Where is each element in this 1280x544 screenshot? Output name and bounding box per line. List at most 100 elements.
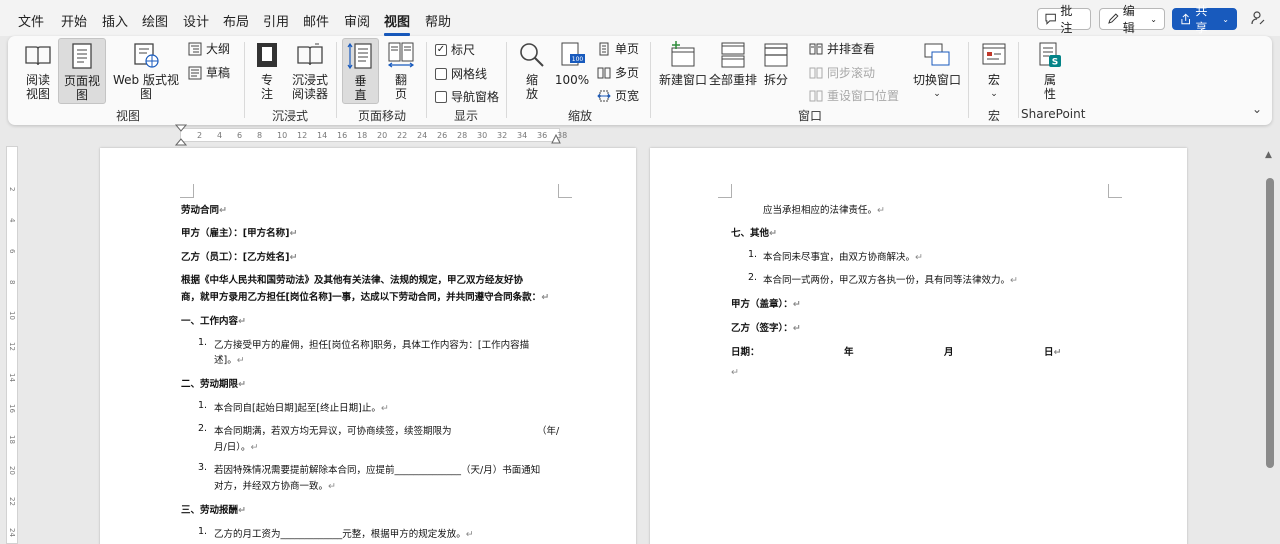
- share-label: 共享: [1195, 4, 1208, 35]
- right-indent-marker-icon[interactable]: [551, 134, 561, 144]
- nav-pane-checkbox[interactable]: 导航窗格: [435, 88, 499, 105]
- ruler-tick-label: 4: [8, 218, 16, 223]
- ruler-tick-label: 22: [397, 131, 408, 140]
- chevron-down-icon: ⌄: [990, 89, 998, 99]
- section-1-item-1-cont: 述]。↵: [214, 355, 245, 366]
- chevron-down-icon: ⌄: [933, 89, 941, 99]
- section-7-item-2: 本合同一式两份，甲乙双方各执一份，具有同等法律效力。↵: [763, 275, 1018, 286]
- section-1-heading: 一、工作内容↵: [181, 316, 246, 327]
- gridlines-checkbox[interactable]: 网格线: [435, 65, 487, 82]
- menu-view[interactable]: 视图: [384, 11, 411, 36]
- vertical-scrollbar[interactable]: ▲: [1262, 146, 1278, 544]
- vertical-ruler[interactable]: 2 4 6 8 10 12 14 16 18 20 22 24: [6, 146, 18, 544]
- multiple-pages-button[interactable]: 多页: [597, 64, 639, 81]
- multiple-pages-label: 多页: [615, 66, 640, 80]
- macros-button[interactable]: 宏 ⌄: [976, 40, 1012, 102]
- indent-marker-icon[interactable]: [175, 124, 187, 146]
- ruler-tick-label: 28: [457, 131, 468, 140]
- copilot-icon[interactable]: [1250, 10, 1266, 26]
- ruler-tick-label: 6: [8, 249, 16, 254]
- switch-windows-button[interactable]: 切换窗口 ⌄: [911, 40, 963, 102]
- zoom-100-button[interactable]: 100 100%: [554, 40, 590, 102]
- ruler-tick-label: 16: [8, 404, 16, 413]
- multiple-pages-icon: [597, 67, 611, 78]
- read-mode-button[interactable]: 阅读 视图: [16, 40, 60, 102]
- collapse-ribbon-icon[interactable]: ⌄: [1252, 102, 1262, 116]
- side-by-side-button[interactable]: 并排查看: [809, 40, 875, 57]
- menu-mailings[interactable]: 邮件: [303, 11, 329, 30]
- arrange-all-icon: [721, 42, 745, 68]
- menu-references[interactable]: 引用: [263, 11, 289, 30]
- sync-scroll-label: 同步滚动: [827, 66, 876, 80]
- separator: [336, 42, 337, 118]
- document-page-1[interactable]: 劳动合同↵ 甲方（雇主）：[甲方名称]↵ 乙方（员工）：[乙方姓名]↵ 根据《中…: [100, 148, 636, 544]
- crop-mark: [558, 184, 572, 198]
- date-day: 日↵: [1044, 347, 1062, 358]
- comments-label: 批注: [1060, 4, 1073, 35]
- draft-button[interactable]: 草稿: [188, 64, 230, 81]
- editing-button[interactable]: 编辑 ⌄: [1099, 4, 1165, 35]
- focus-icon: [257, 43, 277, 67]
- one-page-label: 单页: [615, 42, 640, 56]
- macros-group-label: 宏: [988, 109, 1001, 123]
- ruler-tick-label: 14: [8, 373, 16, 382]
- svg-text:S: S: [1052, 58, 1058, 68]
- ruler-tick-label: 12: [297, 131, 308, 140]
- separator: [506, 42, 507, 118]
- scroll-up-icon[interactable]: ▲: [1265, 150, 1272, 160]
- section-7-heading: 七、其他↵: [731, 228, 777, 239]
- ruler-tick-label: 6: [237, 131, 243, 140]
- split-icon: [764, 43, 788, 67]
- immersive-reader-button[interactable]: 沉浸式 阅读器: [288, 40, 332, 102]
- horizontal-ruler[interactable]: 2 4 6 8 10 12 14 16 18 20 22 24 26 28 30 32 34 36 38: [180, 128, 567, 142]
- party-a-signature: 甲方（盖章）：↵: [731, 299, 801, 310]
- outline-button[interactable]: 大纲: [188, 40, 230, 57]
- ruler-tick-label: 14: [317, 131, 328, 140]
- sync-scroll-button[interactable]: 同步滚动: [809, 64, 875, 81]
- new-window-button[interactable]: 新建窗口: [658, 40, 708, 102]
- section-2-item-2: 本合同期满，若双方均无异议，可协商续签，续签期限为: [214, 426, 452, 437]
- chevron-down-icon: ⌄: [1150, 14, 1157, 24]
- date-label: 日期：: [731, 347, 760, 358]
- menu-file[interactable]: 文件: [18, 11, 44, 30]
- list-number: 2.: [198, 423, 208, 434]
- web-layout-button[interactable]: Web 版式视图: [108, 40, 184, 102]
- share-button[interactable]: 共享 ⌄: [1172, 4, 1237, 35]
- document-page-2[interactable]: 应当承担相应的法律责任。↵ 七、其他↵ 1. 本合同未尽事宜，由双方协商解决。↵…: [650, 148, 1187, 544]
- editing-label: 编辑: [1122, 4, 1135, 35]
- zoom-button[interactable]: 缩 放: [514, 40, 550, 102]
- menu-draw[interactable]: 绘图: [142, 11, 168, 30]
- outline-label: 大纲: [206, 42, 231, 56]
- vertical-button[interactable]: 垂 直: [342, 38, 379, 104]
- split-button[interactable]: 拆分: [758, 40, 794, 102]
- menu-design[interactable]: 设计: [183, 11, 209, 30]
- menu-insert[interactable]: 插入: [102, 11, 128, 30]
- ribbon: 阅读 视图 页面视图 Web 版式视图 大纲 草稿 视图 专 注 沉浸式 阅读器…: [8, 36, 1272, 125]
- one-page-button[interactable]: 单页: [597, 40, 639, 57]
- read-mode-label: 阅读 视图: [25, 73, 50, 101]
- menu-review[interactable]: 审阅: [344, 11, 370, 30]
- scrollbar-thumb[interactable]: [1266, 178, 1274, 468]
- side-to-side-button[interactable]: 翻 页: [384, 40, 418, 102]
- properties-label: 属 性: [1043, 73, 1056, 101]
- properties-button[interactable]: S 属 性: [1034, 40, 1066, 102]
- reset-window-position-button[interactable]: 重设窗口位置: [809, 87, 899, 104]
- magnifier-icon: [520, 43, 544, 67]
- ruler-checkbox[interactable]: ✓ 标尺: [435, 41, 475, 58]
- side-to-side-label: 翻 页: [394, 73, 407, 101]
- one-page-icon: [599, 42, 609, 55]
- focus-button[interactable]: 专 注: [252, 40, 282, 102]
- page-width-button[interactable]: 页宽: [597, 87, 639, 104]
- comments-button[interactable]: 批注: [1037, 4, 1091, 35]
- section-1-item-1: 乙方接受甲方的雇佣，担任[岗位名称]职务，具体工作内容为：[工作内容描: [214, 340, 530, 351]
- ruler-tick-label: 10: [8, 311, 16, 320]
- arrange-all-button[interactable]: 全部重排: [708, 40, 758, 102]
- ruler-tick-label: 24: [8, 528, 16, 537]
- side-to-side-icon: [387, 42, 415, 68]
- views-group-label: 视图: [116, 109, 141, 123]
- menu-layout[interactable]: 布局: [223, 11, 249, 30]
- immersive-group-label: 沉浸式: [272, 109, 309, 123]
- print-layout-button[interactable]: 页面视图: [58, 38, 106, 104]
- menu-help[interactable]: 帮助: [425, 11, 451, 30]
- menu-home[interactable]: 开始: [61, 11, 87, 30]
